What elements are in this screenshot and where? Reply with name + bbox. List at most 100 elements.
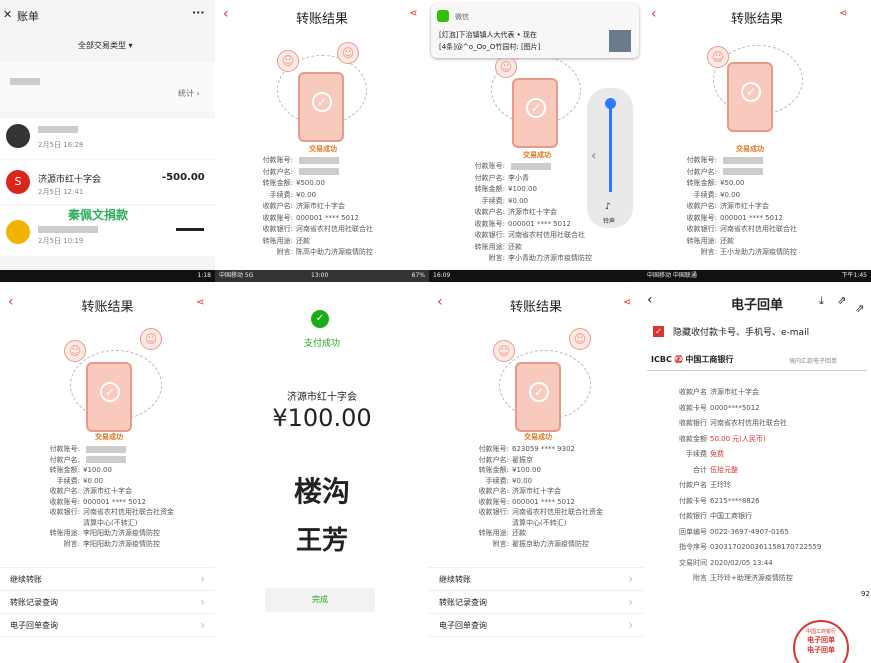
phone-icon: ✓ <box>515 362 561 432</box>
detail-key: 附言 <box>693 574 707 582</box>
notification-banner[interactable]: 微信 [灯泡]下治镇镇人大代表 • 现在 [4条]@^o_Oo_O竹园村: [图… <box>431 4 639 58</box>
list-item[interactable]: 秦佩文捐款 2月5日 10:19 <box>0 206 215 256</box>
detail-key: 付款银行 <box>679 512 707 520</box>
detail-value: 济源市红十字会 <box>296 202 345 210</box>
detail-row: 转账用途: 李阳阳助力济源疫情防控 <box>0 529 160 538</box>
detail-value: ¥100.00 <box>508 185 537 193</box>
user-icon: ☺ <box>277 50 299 72</box>
detail-row: 收款户名 济源市红十字会 <box>643 388 759 397</box>
list-item[interactable]: 继续转账 <box>0 568 215 591</box>
detail-row: 转账用途: 还款 <box>643 237 734 246</box>
share-icon[interactable]: ⇗ <box>855 302 864 315</box>
detail-key: 附言: <box>63 539 80 548</box>
detail-key: 付款卡号 <box>679 496 707 505</box>
user-icon: ☺ <box>495 56 517 78</box>
share-icon[interactable]: ⋖ <box>623 297 631 308</box>
detail-row: 付款卡号 6215****8826 <box>643 497 760 506</box>
detail-row: 转账用途: 还款 <box>429 243 522 252</box>
e-receipt-panel: 中国移动 中国联通 下午1:45 ‹ 电子回单 ⤓ ⇗ ⇗ ✓ 隐藏收付款卡号、手… <box>643 270 871 663</box>
detail-row: 附言: 王小龙助力济源疫情防控 <box>643 248 797 257</box>
detail-row: 付款账号: <box>429 162 551 171</box>
detail-key: 付款户名: <box>478 455 509 464</box>
filter-dropdown[interactable]: 全部交易类型 ▾ <box>78 40 133 51</box>
detail-value: 000001 **** 5012 <box>720 213 783 222</box>
detail-value: 000001 **** 5012 <box>508 219 571 228</box>
check-icon: ✓ <box>100 382 120 402</box>
stats-link[interactable]: 统计 › <box>178 88 200 99</box>
list-item[interactable]: S 济源市红十字会 2月5日 12:41 -500.00 <box>0 160 215 204</box>
detail-value: 河南省农村信用社联合社资金 <box>512 508 603 516</box>
detail-row: 手续费: ¥0.00 <box>429 197 528 206</box>
list-item[interactable]: 2月5日 16:28 <box>0 118 215 158</box>
detail-row: 收款银行: 河南省农村信用社联合社 <box>643 225 797 234</box>
detail-value: 伍拾元整 <box>710 465 738 474</box>
detail-value: 王小龙助力济源疫情防控 <box>720 248 797 256</box>
detail-row: 转账金额: ¥100.00 <box>0 466 112 475</box>
detail-row: 清算中心(不转汇) <box>0 519 137 528</box>
check-icon: ✓ <box>526 98 546 118</box>
detail-value: 济源市红十字会 <box>710 388 759 396</box>
share-icon[interactable]: ⋖ <box>409 8 417 19</box>
detail-key: 手续费 <box>686 450 707 458</box>
detail-key: 付款户名: <box>49 455 80 464</box>
detail-row: 交易时间 2020/02/05 13:44 <box>643 559 773 568</box>
detail-row: 付款户名: 翟振京 <box>429 456 533 465</box>
phone-icon: ✓ <box>86 362 132 432</box>
detail-key: 付款户名: <box>474 173 505 182</box>
avatar <box>6 124 30 148</box>
detail-row: 手续费: ¥0.00 <box>215 191 316 200</box>
check-icon: ✓ <box>312 92 332 112</box>
detail-value: 清算中心(不转汇) <box>512 518 567 527</box>
collapse-icon[interactable]: ‹ <box>591 148 597 164</box>
detail-row: 付款户名: <box>643 168 763 177</box>
detail-row: 指令序号 0303170200361158170722559 <box>643 543 821 552</box>
detail-key: 收款账号: <box>474 219 505 228</box>
user-icon: ☺ <box>64 340 86 362</box>
transfer-result-panel: ‹ 转账结果 ⋖ ☺ ☺ ✓ 交易成功 付款账号: 付款户名: 转账金额: ¥500.… <box>215 0 429 270</box>
close-icon[interactable]: ✕ <box>3 8 12 21</box>
user-icon: ☺ <box>140 328 162 350</box>
detail-row: 付款户名: <box>215 168 339 177</box>
detail-value: 000001 **** 5012 <box>83 497 146 506</box>
list-item[interactable]: 转账记录查询 <box>0 591 215 614</box>
slider-handle[interactable] <box>605 98 616 109</box>
page-title: 转账结果 <box>81 300 134 315</box>
detail-row: 收款账号: 000001 **** 5012 <box>215 214 359 223</box>
thumbnail-image <box>609 30 631 52</box>
done-button[interactable]: 完成 <box>265 588 375 612</box>
detail-value: 还款 <box>720 236 734 245</box>
check-icon: ✓ <box>529 382 549 402</box>
detail-row: 付款账号: <box>0 445 126 454</box>
detail-value: 0022-3697-4907-0165 <box>710 527 789 536</box>
detail-value: ¥0.00 <box>512 476 533 485</box>
detail-value: 李小青助力济源市疫情防控 <box>508 254 592 262</box>
hide-checkbox[interactable]: ✓ <box>653 326 664 337</box>
detail-row: 付款户名 王玲玲 <box>643 481 731 490</box>
bell-icon[interactable]: ♪ <box>605 202 611 212</box>
detail-value: 济源市红十字会 <box>508 208 557 216</box>
detail-row: 手续费: ¥0.00 <box>643 191 740 200</box>
list-item[interactable]: 转账记录查询 <box>429 591 643 614</box>
list-item[interactable]: 继续转账 <box>429 568 643 591</box>
detail-row: 附言: 李小青助力济源市疫情防控 <box>429 254 592 263</box>
share-icon[interactable]: ⋖ <box>196 297 204 308</box>
detail-key: 收款金额 <box>679 434 707 443</box>
list-item[interactable]: 电子回单查询 <box>429 614 643 637</box>
download-icon[interactable]: ⤓ <box>819 294 824 308</box>
share-icon[interactable]: ⇗ <box>837 294 846 307</box>
list-item[interactable]: 电子回单查询 <box>0 614 215 637</box>
share-icon[interactable]: ⋖ <box>839 8 847 19</box>
detail-key: 收款银行 <box>679 419 707 427</box>
detail-key: 付款户名: <box>262 167 293 176</box>
detail-key: 手续费: <box>481 196 505 205</box>
side-number: 92 <box>861 590 870 598</box>
detail-value: 济源市红十字会 <box>83 487 132 495</box>
detail-key: 转账用途: <box>686 236 717 245</box>
more-icon[interactable]: ··· <box>192 6 205 19</box>
detail-key: 收款账号: <box>686 213 717 222</box>
detail-value: 王玲玲+助理济源疫情防控 <box>710 574 793 582</box>
detail-key: 手续费: <box>269 190 293 199</box>
detail-key: 转账金额: <box>686 179 717 187</box>
detail-key: 转账用途: <box>49 529 80 537</box>
icbc-logo: ICBC ㊣ 中国工商银行 <box>651 355 734 364</box>
